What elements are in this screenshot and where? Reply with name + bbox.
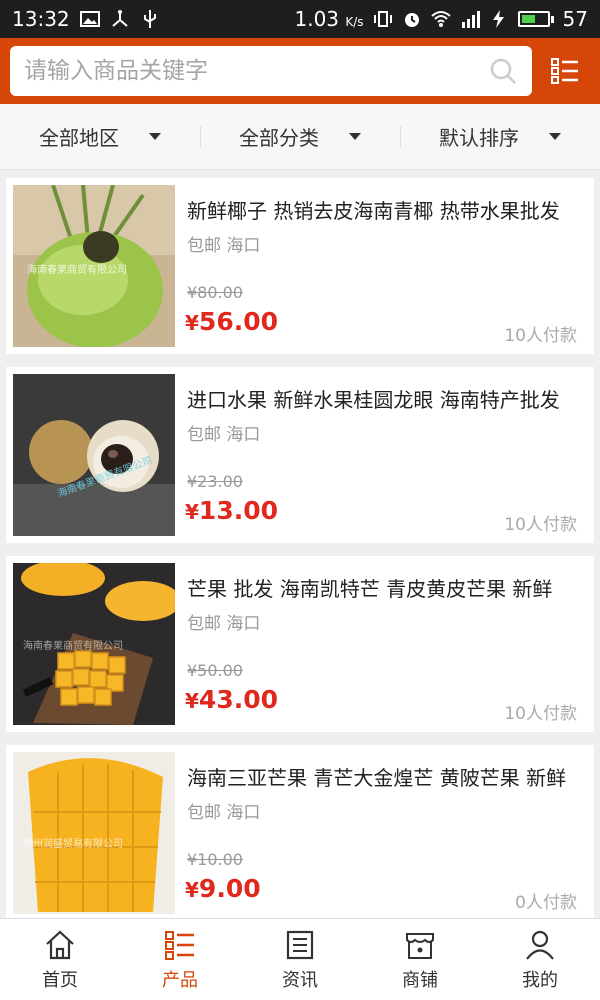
search-input[interactable] [24,58,488,84]
search-header [0,38,600,104]
list-menu-icon [551,58,578,84]
product-original-price: ¥50.00 [187,661,243,680]
status-time: 13:32 [12,7,70,31]
nav-products[interactable]: 产品 [120,919,240,1000]
usb-icon [143,10,156,28]
alarm-icon [404,13,419,27]
caret-down-icon [349,133,361,140]
filter-category[interactable]: 全部分类 [200,122,400,151]
caret-down-icon [549,133,561,140]
filter-region[interactable]: 全部地区 [0,122,200,151]
nav-store[interactable]: 商铺 [360,919,480,1000]
nav-home-label: 首页 [42,969,78,991]
nav-news-label: 资讯 [282,969,318,991]
filter-sort-label: 默认排序 [439,126,519,150]
filter-category-label: 全部分类 [239,126,319,150]
product-original-price: ¥23.00 [187,472,243,491]
product-price: ¥13.00 [185,496,278,525]
product-sold-count: 10人付款 [504,704,577,724]
product-price: ¥56.00 [185,307,278,336]
product-sold-count: 10人付款 [504,515,577,535]
nav-profile-label: 我的 [522,969,558,991]
product-original-price: ¥80.00 [187,283,243,302]
vibrate-icon [373,11,392,27]
nav-news[interactable]: 资讯 [240,919,360,1000]
wifi-icon [430,11,451,27]
signal-4g-icon [461,11,480,28]
search-icon[interactable] [488,56,518,86]
filter-bar: 全部地区 全部分类 默认排序 [0,104,600,170]
product-meta: 包邮 海口 [187,236,261,256]
status-bar: 13:32 1.03 K/s 57 [0,0,600,38]
nav-profile[interactable]: 我的 [480,919,600,1000]
product-title[interactable]: 进口水果 新鲜水果桂圆龙眼 海南特产批发 [187,386,577,414]
watermark: 海南春果商贸有限公司 [27,263,127,276]
bottom-nav: 首页 产品 资讯 商铺 我的 [0,918,600,1000]
product-meta: 包邮 海口 [187,425,261,445]
product-meta: 包邮 海口 [187,803,261,823]
user-icon [526,930,554,960]
product-title[interactable]: 新鲜椰子 热销去皮海南青椰 热带水果批发 [187,197,577,225]
nav-store-label: 商铺 [402,969,438,991]
product-card[interactable]: 儋州润盛贸易有限公司 海南三亚芒果 青芒大金煌芒 黄陂芒果 新鲜 包邮 海口 ¥… [6,745,594,921]
caret-down-icon [149,133,161,140]
nav-home[interactable]: 首页 [0,919,120,1000]
product-title[interactable]: 海南三亚芒果 青芒大金煌芒 黄陂芒果 新鲜 [187,764,577,792]
home-icon [46,930,74,959]
battery-percent: 57 [562,7,588,31]
watermark: 儋州润盛贸易有限公司 [23,837,123,850]
product-original-price: ¥10.00 [187,850,243,869]
usb-share-icon [111,10,128,27]
product-card[interactable]: 海南春果商贸有限公司 进口水果 新鲜水果桂圆龙眼 海南特产批发 包邮 海口 ¥2… [6,367,594,543]
product-price: ¥9.00 [185,874,261,903]
news-icon [286,930,314,959]
nav-products-label: 产品 [162,969,198,991]
battery-icon [517,11,554,27]
filter-region-label: 全部地区 [39,126,119,150]
product-sold-count: 0人付款 [515,893,577,913]
list-icon [165,930,194,960]
product-list: 海南春果商贸有限公司 新鲜椰子 热销去皮海南青椰 热带水果批发 包邮 海口 ¥8… [0,170,600,921]
search-box[interactable] [10,46,532,96]
product-title[interactable]: 芒果 批发 海南凯特芒 青皮黄皮芒果 新鲜 [187,575,577,603]
product-image-coconut[interactable]: 海南春果商贸有限公司 [13,185,175,347]
filter-sort[interactable]: 默认排序 [400,122,600,151]
product-card[interactable]: 海南春果商贸有限公司 新鲜椰子 热销去皮海南青椰 热带水果批发 包邮 海口 ¥8… [6,178,594,354]
product-image-mango[interactable]: 海南春果商贸有限公司 [13,563,175,725]
store-icon [406,932,434,959]
charging-icon [492,10,504,28]
product-price: ¥43.00 [185,685,278,714]
category-menu-button[interactable] [540,46,590,96]
image-icon [79,11,100,27]
product-image-mango-strips[interactable]: 儋州润盛贸易有限公司 [13,752,175,914]
network-speed: 1.03 K/s [294,7,364,31]
watermark: 海南春果商贸有限公司 [23,639,123,652]
product-sold-count: 10人付款 [504,326,577,346]
product-image-longan[interactable]: 海南春果商贸有限公司 [13,374,175,536]
product-meta: 包邮 海口 [187,614,261,634]
product-card[interactable]: 海南春果商贸有限公司 芒果 批发 海南凯特芒 青皮黄皮芒果 新鲜 包邮 海口 ¥… [6,556,594,732]
